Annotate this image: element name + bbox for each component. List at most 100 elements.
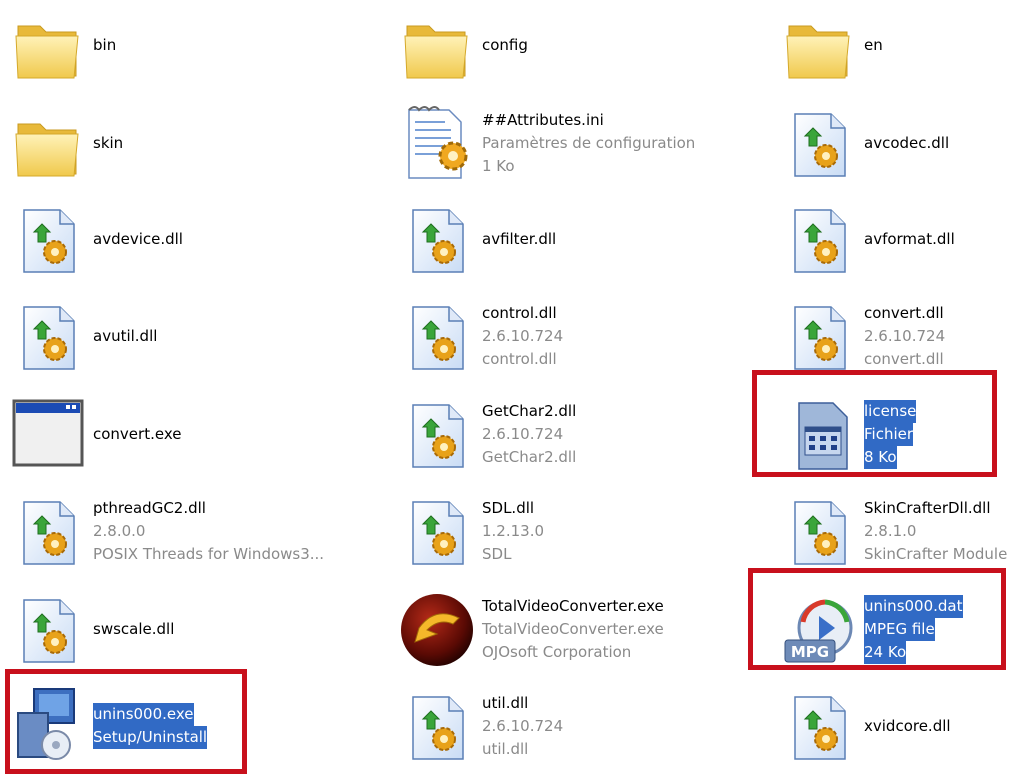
file-item[interactable]: avfilter.dll [389,194,719,284]
file-labels: convert.exe [93,389,181,479]
file-labels: xvidcore.dll [864,681,951,771]
file-name: GetChar2.dll [482,401,577,420]
file-labels: swscale.dll [93,584,174,674]
ini-settings-icon [399,98,475,188]
file-detail: SDL [482,544,512,563]
file-labels: config [482,0,528,90]
file-detail: 2.6.10.724 [482,424,564,443]
file-detail: 1 Ko [482,156,515,175]
file-item[interactable]: SkinCrafterDll.dll 2.8.1.0 SkinCrafter Mod… [771,486,1029,576]
file-item[interactable]: avdevice.dll [0,194,330,284]
file-name: config [482,35,528,54]
dll-icon [399,389,475,479]
folder-icon [10,0,86,90]
file-item[interactable]: en [771,0,1029,90]
file-detail: util.dll [482,739,529,758]
file-name: skin [93,133,124,152]
file-labels: SkinCrafterDll.dll 2.8.1.0 SkinCrafter Mod… [864,486,1007,576]
file-name: avdevice.dll [93,229,183,248]
file-name: control.dll [482,303,557,322]
dll-icon [781,98,857,188]
file-labels: TotalVideoConverter.exe TotalVideoConvert… [482,584,664,674]
file-item[interactable]: pthreadGC2.dll 2.8.0.0 POSIX Threads for W… [0,486,330,576]
file-name: avutil.dll [93,326,158,345]
file-item[interactable]: GetChar2.dll 2.6.10.724 GetChar2.dll [389,389,719,479]
file-detail: 2.6.10.724 [482,716,564,735]
file-detail: 2.8.1.0 [864,521,917,540]
file-item[interactable]: util.dll 2.6.10.724 util.dll [389,681,719,771]
file-detail: 2.8.0.0 [93,521,146,540]
file-item[interactable]: xvidcore.dll [771,681,1029,771]
file-name: bin [93,35,117,54]
file-name: avcodec.dll [864,133,950,152]
file-name: xvidcore.dll [864,716,951,735]
file-item[interactable]: convert.dll 2.6.10.724 convert.dll [771,291,1029,381]
file-item[interactable]: swscale.dll [0,584,330,674]
highlight-box-unins000-dat [748,568,1006,670]
file-item[interactable]: skin [0,98,330,188]
folder-icon [399,0,475,90]
file-labels: GetChar2.dll 2.6.10.724 GetChar2.dll [482,389,576,479]
file-labels: SDL.dll 1.2.13.0 SDL [482,486,544,576]
file-detail: OJOsoft Corporation [482,642,632,661]
file-item[interactable]: config [389,0,719,90]
file-detail: GetChar2.dll [482,447,577,466]
highlight-box-unins000-exe [5,669,247,774]
dll-icon [399,291,475,381]
file-labels: avcodec.dll [864,98,949,188]
file-labels: avutil.dll [93,291,157,381]
file-detail: Paramètres de configuration [482,133,696,152]
file-name: convert.dll [864,303,944,322]
file-labels: util.dll 2.6.10.724 util.dll [482,681,563,771]
file-labels: avformat.dll [864,194,955,284]
dll-icon [399,681,475,771]
file-item[interactable]: avutil.dll [0,291,330,381]
dll-icon [399,486,475,576]
file-name: ##Attributes.ini [482,110,604,129]
file-detail: 2.6.10.724 [482,326,564,345]
file-item[interactable]: avcodec.dll [771,98,1029,188]
file-item[interactable]: convert.exe [0,389,330,479]
file-detail: 1.2.13.0 [482,521,545,540]
file-labels: en [864,0,883,90]
file-name: avfilter.dll [482,229,557,248]
file-name: SkinCrafterDll.dll [864,498,991,517]
file-labels: avfilter.dll [482,194,556,284]
file-labels: pthreadGC2.dll 2.8.0.0 POSIX Threads for W… [93,486,324,576]
file-item[interactable]: bin [0,0,330,90]
dll-icon [10,584,86,674]
file-name: util.dll [482,693,529,712]
file-detail: control.dll [482,349,557,368]
file-labels: ##Attributes.ini Paramètres de configurat… [482,98,695,188]
file-name: TotalVideoConverter.exe [482,596,664,615]
file-item[interactable]: SDL.dll 1.2.13.0 SDL [389,486,719,576]
file-labels: avdevice.dll [93,194,183,284]
file-name: swscale.dll [93,619,175,638]
file-labels: skin [93,98,123,188]
file-name: pthreadGC2.dll [93,498,206,517]
folder-icon [781,0,857,90]
file-name: avformat.dll [864,229,955,248]
dll-icon [781,291,857,381]
dll-icon [10,291,86,381]
dll-icon [10,486,86,576]
folder-icon [10,98,86,188]
dll-icon [781,681,857,771]
file-item[interactable]: control.dll 2.6.10.724 control.dll [389,291,719,381]
file-detail: POSIX Threads for Windows3... [93,544,325,563]
file-name: en [864,35,883,54]
file-detail: SkinCrafter Module [864,544,1008,563]
file-detail: TotalVideoConverter.exe [482,619,664,638]
file-labels: control.dll 2.6.10.724 control.dll [482,291,563,381]
file-item[interactable]: avformat.dll [771,194,1029,284]
dll-icon [10,194,86,284]
file-item[interactable]: ##Attributes.ini Paramètres de configurat… [389,98,719,188]
file-labels: convert.dll 2.6.10.724 convert.dll [864,291,945,381]
file-item[interactable]: TotalVideoConverter.exe TotalVideoConvert… [389,584,719,674]
total-video-converter-icon [399,584,475,674]
dll-icon [781,194,857,284]
file-name: SDL.dll [482,498,535,517]
dll-icon [399,194,475,284]
file-labels: bin [93,0,116,90]
application-window-icon [10,389,86,479]
